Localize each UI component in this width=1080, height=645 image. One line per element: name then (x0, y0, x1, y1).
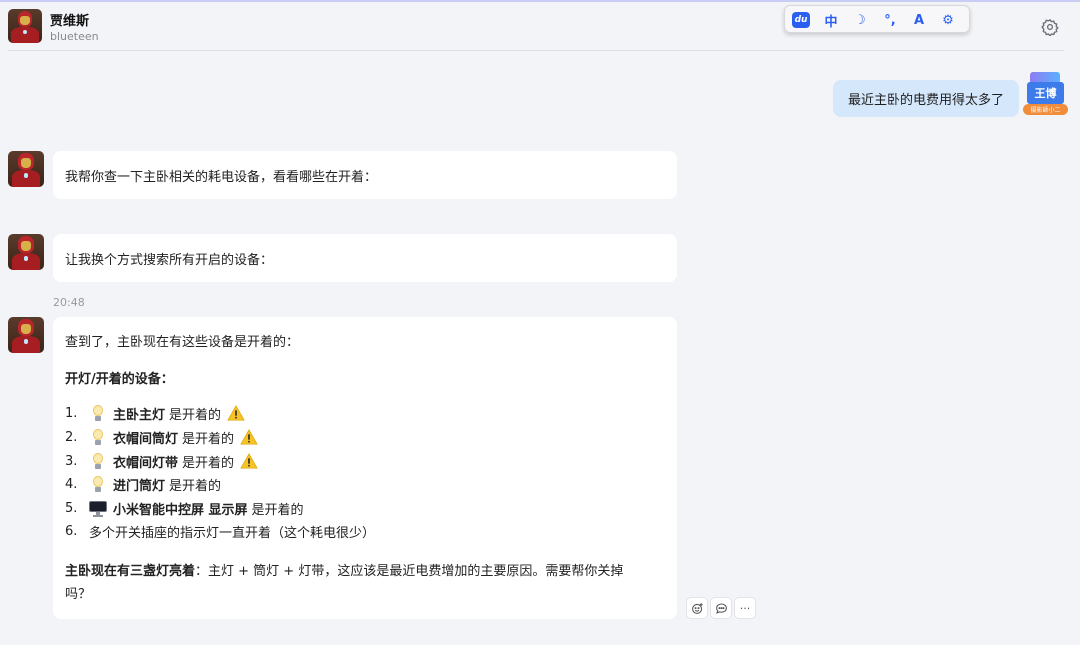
chat-username: blueteen (50, 30, 99, 43)
section-title: 开灯/开着的设备： (65, 372, 174, 387)
lightbulb-icon (89, 404, 107, 422)
list-item: 2. 衣帽间筒灯 是开着的 (65, 427, 258, 447)
ironman-avatar-image (8, 234, 44, 270)
list-item: 1. 主卧主灯 是开着的 (65, 403, 245, 423)
ime-settings-gear-icon[interactable]: ⚙ (938, 10, 958, 30)
device-status: 是开着的 (169, 478, 222, 494)
device-name: 衣帽间灯带 (113, 455, 179, 471)
device-name: 衣帽间筒灯 (113, 431, 179, 447)
user-avatar[interactable]: 王博 摄影師小二 (1023, 72, 1068, 117)
ime-toolbar: du 中 ☽ °, A ⚙ (784, 5, 970, 33)
summary-text: ：主灯 + 筒灯 + 灯带，这应该是最近电费增加的主要原因。需要帮你关掉 (195, 564, 624, 579)
bot-avatar[interactable] (8, 317, 44, 353)
chinese-mode-icon[interactable]: 中 (821, 10, 841, 30)
list-number: 6. (65, 523, 78, 539)
ironman-avatar-image (8, 151, 44, 187)
bot-message-bubble-detailed: 查到了，主卧现在有这些设备是开着的： 开灯/开着的设备： 1. 主卧主灯 是开着… (53, 317, 677, 619)
monitor-icon (89, 499, 107, 517)
message-timestamp: 20:48 (53, 296, 85, 309)
punctuation-icon[interactable]: °, (880, 10, 900, 30)
list-item: 5. 小米智能中控屏 显示屏 是开着的 (65, 498, 304, 518)
device-status: 是开着的 (182, 455, 235, 471)
more-icon[interactable]: ··· (734, 597, 756, 619)
settings-gear-icon[interactable] (1041, 18, 1059, 37)
device-status: 是开着的 (169, 407, 222, 423)
device-name: 小米智能中控屏 显示屏 (113, 502, 248, 518)
lightbulb-icon (89, 452, 107, 470)
list-number: 5. (65, 500, 78, 516)
user-avatar-label: 王博 (1027, 82, 1064, 104)
user-message-bubble: 最近主卧的电费用得太多了 (833, 80, 1019, 117)
message-intro: 查到了，主卧现在有这些设备是开着的： (65, 335, 300, 350)
list-item: 4. 进门筒灯 是开着的 (65, 474, 221, 494)
list-number: 1. (65, 405, 78, 421)
lightbulb-icon (89, 475, 107, 493)
list-item: 6. 多个开关插座的指示灯一直开着（这个耗电很少） (65, 521, 375, 541)
device-status: 多个开关插座的指示灯一直开着（这个耗电很少） (89, 525, 376, 541)
lightbulb-icon (89, 428, 107, 446)
summary-bold: 主卧现在有三盏灯亮着 (65, 564, 196, 579)
bot-message-bubble: 我帮你查一下主卧相关的耗电设备，看看哪些在开着： (53, 151, 677, 199)
list-number: 2. (65, 429, 78, 445)
summary-line-2: 吗？ (65, 587, 92, 602)
skin-icon[interactable]: A (909, 10, 929, 30)
chat-title: 贾维斯 (50, 14, 90, 29)
ironman-avatar-image (8, 9, 42, 43)
du-logo-icon[interactable]: du (791, 10, 811, 30)
bot-avatar[interactable] (8, 234, 44, 270)
header-divider (8, 50, 1064, 51)
summary-line: 主卧现在有三盏灯亮着：主灯 + 筒灯 + 灯带，这应该是最近电费增加的主要原因。… (65, 560, 623, 579)
device-name: 主卧主灯 (113, 407, 166, 423)
device-name: 进门筒灯 (113, 478, 166, 494)
chat-avatar[interactable] (8, 9, 42, 43)
warning-icon (227, 404, 245, 422)
moon-icon[interactable]: ☽ (850, 10, 870, 30)
bot-message-bubble: 让我换个方式搜索所有开启的设备： (53, 234, 677, 282)
user-avatar-badge: 摄影師小二 (1023, 104, 1068, 115)
list-number: 4. (65, 476, 78, 492)
device-status: 是开着的 (182, 431, 235, 447)
list-number: 3. (65, 453, 78, 469)
device-status: 是开着的 (251, 502, 304, 518)
message-actions: ··· (686, 597, 758, 619)
warning-icon (240, 428, 258, 446)
list-item: 3. 衣帽间灯带 是开着的 (65, 451, 258, 471)
ironman-avatar-image (8, 317, 44, 353)
warning-icon (240, 452, 258, 470)
add-reaction-icon[interactable] (686, 597, 708, 619)
bot-avatar[interactable] (8, 151, 44, 187)
comment-icon[interactable] (710, 597, 732, 619)
